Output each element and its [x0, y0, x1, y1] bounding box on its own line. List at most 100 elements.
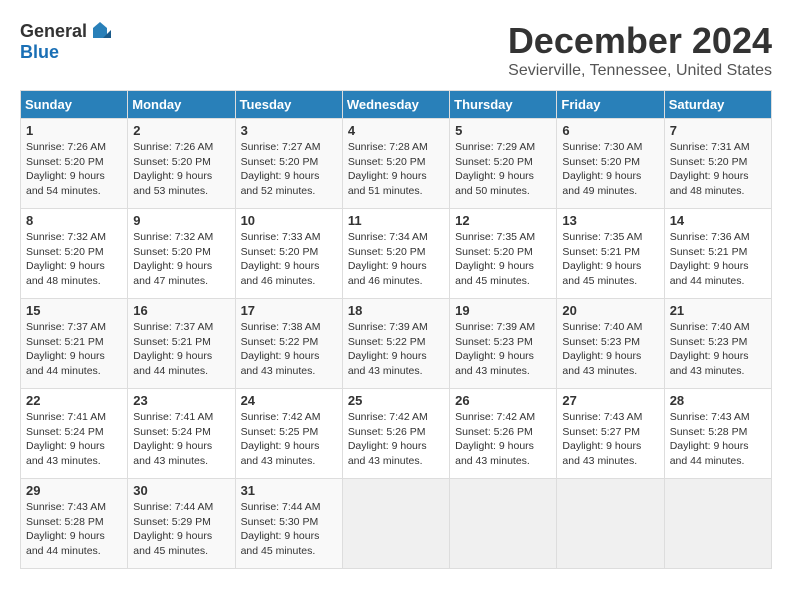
- day-number: 16: [133, 303, 229, 318]
- cell-info: Sunrise: 7:38 AMSunset: 5:22 PMDaylight:…: [241, 320, 337, 379]
- calendar-cell: 7 Sunrise: 7:31 AMSunset: 5:20 PMDaylight…: [664, 119, 771, 209]
- logo-blue-text: Blue: [20, 42, 59, 63]
- calendar-cell: 11 Sunrise: 7:34 AMSunset: 5:20 PMDayligh…: [342, 209, 449, 299]
- day-number: 10: [241, 213, 337, 228]
- day-number: 1: [26, 123, 122, 138]
- logo: General Blue: [20, 20, 111, 63]
- day-number: 7: [670, 123, 766, 138]
- logo-icon: [89, 20, 111, 42]
- day-number: 24: [241, 393, 337, 408]
- header: General Blue December 2024 Sevierville, …: [20, 20, 772, 80]
- day-number: 12: [455, 213, 551, 228]
- cell-info: Sunrise: 7:44 AMSunset: 5:30 PMDaylight:…: [241, 500, 337, 559]
- cell-info: Sunrise: 7:43 AMSunset: 5:28 PMDaylight:…: [670, 410, 766, 469]
- cell-info: Sunrise: 7:42 AMSunset: 5:26 PMDaylight:…: [348, 410, 444, 469]
- day-number: 6: [562, 123, 658, 138]
- cell-info: Sunrise: 7:39 AMSunset: 5:22 PMDaylight:…: [348, 320, 444, 379]
- cell-info: Sunrise: 7:27 AMSunset: 5:20 PMDaylight:…: [241, 140, 337, 199]
- cell-info: Sunrise: 7:36 AMSunset: 5:21 PMDaylight:…: [670, 230, 766, 289]
- calendar-cell: 5 Sunrise: 7:29 AMSunset: 5:20 PMDaylight…: [450, 119, 557, 209]
- day-number: 19: [455, 303, 551, 318]
- day-number: 5: [455, 123, 551, 138]
- day-number: 20: [562, 303, 658, 318]
- day-number: 17: [241, 303, 337, 318]
- calendar-cell: 24 Sunrise: 7:42 AMSunset: 5:25 PMDayligh…: [235, 389, 342, 479]
- week-row-4: 22Sunrise: 7:41 AMSunset: 5:24 PMDayligh…: [21, 389, 772, 479]
- day-number: 25: [348, 393, 444, 408]
- week-row-1: 1 Sunrise: 7:26 AMSunset: 5:20 PMDaylight…: [21, 119, 772, 209]
- header-day-monday: Monday: [128, 91, 235, 119]
- header-day-saturday: Saturday: [664, 91, 771, 119]
- calendar-cell: 6 Sunrise: 7:30 AMSunset: 5:20 PMDaylight…: [557, 119, 664, 209]
- cell-info: Sunrise: 7:42 AMSunset: 5:26 PMDaylight:…: [455, 410, 551, 469]
- cell-info: Sunrise: 7:32 AMSunset: 5:20 PMDaylight:…: [26, 230, 122, 289]
- day-number: 14: [670, 213, 766, 228]
- day-number: 18: [348, 303, 444, 318]
- cell-info: Sunrise: 7:42 AMSunset: 5:25 PMDaylight:…: [241, 410, 337, 469]
- day-number: 3: [241, 123, 337, 138]
- day-number: 27: [562, 393, 658, 408]
- cell-info: Sunrise: 7:37 AMSunset: 5:21 PMDaylight:…: [133, 320, 229, 379]
- cell-info: Sunrise: 7:29 AMSunset: 5:20 PMDaylight:…: [455, 140, 551, 199]
- day-number: 4: [348, 123, 444, 138]
- day-number: 30: [133, 483, 229, 498]
- month-title: December 2024: [508, 20, 772, 62]
- calendar-cell: [450, 479, 557, 569]
- calendar-cell: 22Sunrise: 7:41 AMSunset: 5:24 PMDayligh…: [21, 389, 128, 479]
- day-number: 2: [133, 123, 229, 138]
- cell-info: Sunrise: 7:30 AMSunset: 5:20 PMDaylight:…: [562, 140, 658, 199]
- day-number: 13: [562, 213, 658, 228]
- cell-info: Sunrise: 7:35 AMSunset: 5:21 PMDaylight:…: [562, 230, 658, 289]
- calendar-cell: 8Sunrise: 7:32 AMSunset: 5:20 PMDaylight…: [21, 209, 128, 299]
- day-number: 29: [26, 483, 122, 498]
- day-number: 31: [241, 483, 337, 498]
- calendar-table: SundayMondayTuesdayWednesdayThursdayFrid…: [20, 90, 772, 569]
- cell-info: Sunrise: 7:26 AMSunset: 5:20 PMDaylight:…: [133, 140, 229, 199]
- cell-info: Sunrise: 7:28 AMSunset: 5:20 PMDaylight:…: [348, 140, 444, 199]
- cell-info: Sunrise: 7:33 AMSunset: 5:20 PMDaylight:…: [241, 230, 337, 289]
- cell-info: Sunrise: 7:35 AMSunset: 5:20 PMDaylight:…: [455, 230, 551, 289]
- header-day-wednesday: Wednesday: [342, 91, 449, 119]
- calendar-cell: 14 Sunrise: 7:36 AMSunset: 5:21 PMDayligh…: [664, 209, 771, 299]
- logo-general-text: General: [20, 21, 87, 42]
- header-row: SundayMondayTuesdayWednesdayThursdayFrid…: [21, 91, 772, 119]
- calendar-cell: 15Sunrise: 7:37 AMSunset: 5:21 PMDayligh…: [21, 299, 128, 389]
- cell-info: Sunrise: 7:37 AMSunset: 5:21 PMDaylight:…: [26, 320, 122, 379]
- day-number: 11: [348, 213, 444, 228]
- cell-info: Sunrise: 7:40 AMSunset: 5:23 PMDaylight:…: [562, 320, 658, 379]
- header-day-sunday: Sunday: [21, 91, 128, 119]
- calendar-cell: 10 Sunrise: 7:33 AMSunset: 5:20 PMDayligh…: [235, 209, 342, 299]
- day-number: 26: [455, 393, 551, 408]
- calendar-cell: 20 Sunrise: 7:40 AMSunset: 5:23 PMDayligh…: [557, 299, 664, 389]
- day-number: 23: [133, 393, 229, 408]
- calendar-header: SundayMondayTuesdayWednesdayThursdayFrid…: [21, 91, 772, 119]
- week-row-2: 8Sunrise: 7:32 AMSunset: 5:20 PMDaylight…: [21, 209, 772, 299]
- cell-info: Sunrise: 7:39 AMSunset: 5:23 PMDaylight:…: [455, 320, 551, 379]
- calendar-cell: 12 Sunrise: 7:35 AMSunset: 5:20 PMDayligh…: [450, 209, 557, 299]
- calendar-cell: [664, 479, 771, 569]
- calendar-cell: 3 Sunrise: 7:27 AMSunset: 5:20 PMDaylight…: [235, 119, 342, 209]
- calendar-cell: [342, 479, 449, 569]
- calendar-cell: 28Sunrise: 7:43 AMSunset: 5:28 PMDayligh…: [664, 389, 771, 479]
- day-number: 22: [26, 393, 122, 408]
- day-number: 21: [670, 303, 766, 318]
- cell-info: Sunrise: 7:40 AMSunset: 5:23 PMDaylight:…: [670, 320, 766, 379]
- cell-info: Sunrise: 7:44 AMSunset: 5:29 PMDaylight:…: [133, 500, 229, 559]
- calendar-cell: 23Sunrise: 7:41 AMSunset: 5:24 PMDayligh…: [128, 389, 235, 479]
- cell-info: Sunrise: 7:26 AMSunset: 5:20 PMDaylight:…: [26, 140, 122, 199]
- week-row-5: 29Sunrise: 7:43 AMSunset: 5:28 PMDayligh…: [21, 479, 772, 569]
- location-text: Sevierville, Tennessee, United States: [508, 62, 772, 80]
- calendar-cell: 26 Sunrise: 7:42 AMSunset: 5:26 PMDayligh…: [450, 389, 557, 479]
- calendar-cell: 17 Sunrise: 7:38 AMSunset: 5:22 PMDayligh…: [235, 299, 342, 389]
- cell-info: Sunrise: 7:43 AMSunset: 5:27 PMDaylight:…: [562, 410, 658, 469]
- calendar-cell: 31 Sunrise: 7:44 AMSunset: 5:30 PMDayligh…: [235, 479, 342, 569]
- calendar-cell: 2 Sunrise: 7:26 AMSunset: 5:20 PMDaylight…: [128, 119, 235, 209]
- calendar-cell: 27 Sunrise: 7:43 AMSunset: 5:27 PMDayligh…: [557, 389, 664, 479]
- cell-info: Sunrise: 7:34 AMSunset: 5:20 PMDaylight:…: [348, 230, 444, 289]
- calendar-cell: 29Sunrise: 7:43 AMSunset: 5:28 PMDayligh…: [21, 479, 128, 569]
- calendar-cell: 19 Sunrise: 7:39 AMSunset: 5:23 PMDayligh…: [450, 299, 557, 389]
- cell-info: Sunrise: 7:31 AMSunset: 5:20 PMDaylight:…: [670, 140, 766, 199]
- calendar-cell: 9Sunrise: 7:32 AMSunset: 5:20 PMDaylight…: [128, 209, 235, 299]
- header-day-thursday: Thursday: [450, 91, 557, 119]
- header-day-friday: Friday: [557, 91, 664, 119]
